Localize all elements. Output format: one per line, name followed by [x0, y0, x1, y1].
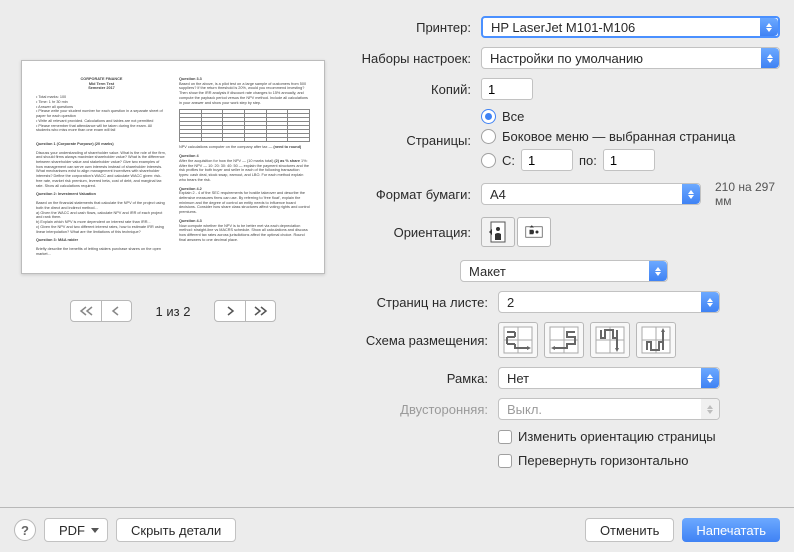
pages-all-radio[interactable] — [481, 109, 496, 124]
border-select[interactable]: Нет — [498, 367, 720, 389]
layout-dir-label: Схема размещения: — [348, 333, 498, 348]
prev-group[interactable] — [70, 300, 132, 322]
cancel-button[interactable]: Отменить — [585, 518, 674, 542]
layout-dir-1[interactable] — [498, 322, 538, 358]
pages-from-input[interactable] — [521, 149, 573, 171]
pages-sidebar-radio[interactable] — [481, 129, 496, 144]
print-button[interactable]: Напечатать — [682, 518, 780, 542]
prev-page-button[interactable] — [101, 301, 131, 321]
page-indicator: 1 из 2 — [156, 304, 191, 319]
orientation-label: Ориентация: — [348, 225, 481, 240]
print-preview: CORPORATE FINANCEMid Term TestSemester 2… — [21, 60, 325, 274]
flip-horizontal-checkbox[interactable] — [498, 454, 512, 468]
presets-select[interactable]: Настройки по умолчанию — [481, 47, 780, 69]
presets-label: Наборы настроек: — [348, 51, 481, 66]
next-page-button[interactable] — [215, 301, 245, 321]
printer-select[interactable]: HP LaserJet M101-M106 — [481, 16, 780, 38]
printer-label: Принтер: — [348, 20, 481, 35]
paper-select[interactable]: A4 — [481, 183, 701, 205]
pages-to-input[interactable] — [603, 149, 655, 171]
pages-per-sheet-select[interactable]: 2 — [498, 291, 720, 313]
reverse-orientation-checkbox[interactable] — [498, 430, 512, 444]
last-page-button[interactable] — [245, 301, 275, 321]
pdf-menu-button[interactable]: PDF — [44, 518, 108, 542]
copies-input[interactable] — [481, 78, 533, 100]
pages-label: Страницы: — [348, 133, 481, 148]
layout-dir-3[interactable] — [590, 322, 630, 358]
paper-label: Формат бумаги: — [348, 187, 481, 202]
help-button[interactable]: ? — [14, 519, 36, 541]
section-select[interactable]: Макет — [460, 260, 668, 282]
pages-range-radio[interactable] — [481, 153, 496, 168]
two-sided-select: Выкл. — [498, 398, 720, 420]
next-group[interactable] — [214, 300, 276, 322]
pps-label: Страниц на листе: — [348, 295, 498, 310]
paper-hint: 210 на 297 мм — [715, 180, 780, 208]
layout-dir-2[interactable] — [544, 322, 584, 358]
orientation-portrait-button[interactable] — [481, 217, 515, 247]
layout-dir-4[interactable] — [636, 322, 676, 358]
copies-label: Копий: — [348, 82, 481, 97]
hide-details-button[interactable]: Скрыть детали — [116, 518, 236, 542]
first-page-button[interactable] — [71, 301, 101, 321]
two-sided-label: Двусторонняя: — [348, 402, 498, 417]
border-label: Рамка: — [348, 371, 498, 386]
orientation-landscape-button[interactable] — [517, 217, 551, 247]
